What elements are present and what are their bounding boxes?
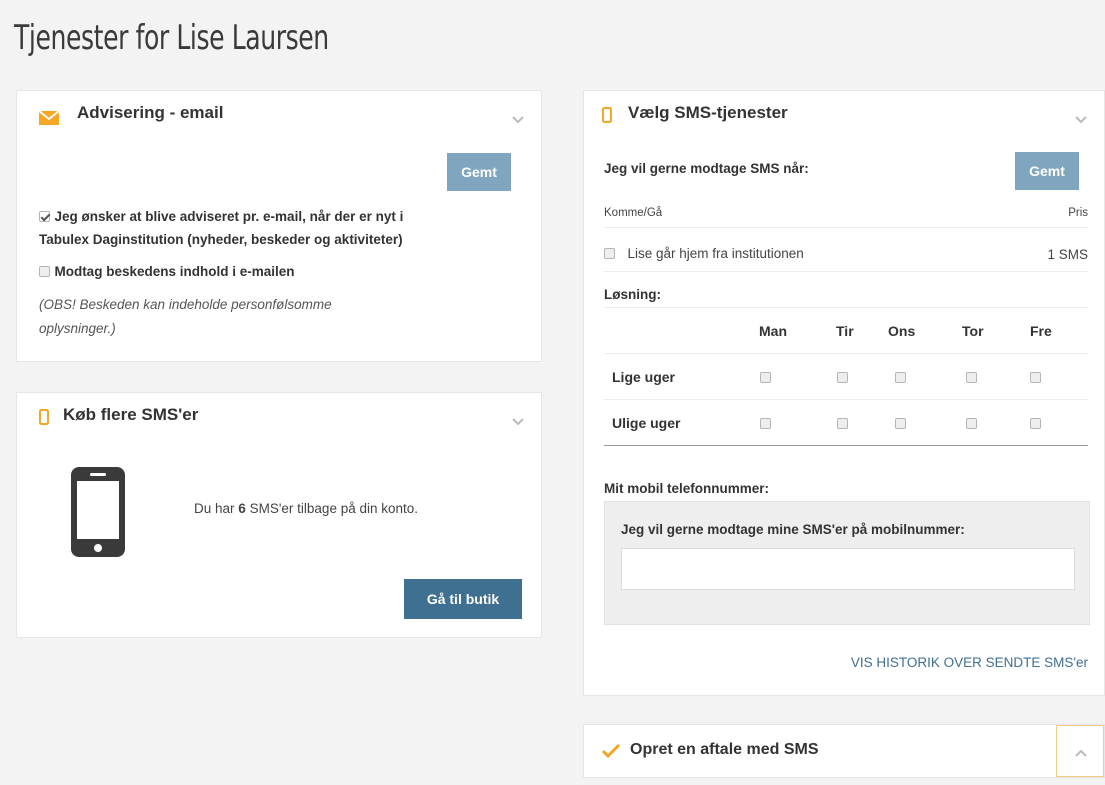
sms-save-button[interactable]: Gemt [1015, 152, 1079, 190]
privacy-note-line1: (OBS! Beskeden kan indeholde personfølso… [39, 297, 332, 312]
email-save-button[interactable]: Gemt [447, 153, 511, 191]
notify-email-line2: Tabulex Daginstitution (nyheder, beskede… [39, 232, 403, 247]
balance-suffix: SMS'er tilbage på din konto. [249, 501, 419, 516]
envelope-icon [39, 111, 59, 125]
email-option-content: Modtag beskedens indhold i e-mailen [39, 263, 295, 281]
chevron-down-icon[interactable] [511, 415, 525, 429]
sms-intro: Jeg vil gerne modtage SMS når: [604, 161, 809, 176]
service-checkbox[interactable] [604, 248, 615, 260]
divider [604, 271, 1088, 272]
buy-sms-panel: Køb flere SMS'er Du har 6 SMS'er tilbage… [16, 392, 542, 638]
odd-tue-checkbox[interactable] [837, 418, 848, 429]
odd-wed-checkbox[interactable] [895, 418, 906, 429]
history-link[interactable]: VIS HISTORIK OVER SENDTE SMS'er [851, 655, 1088, 670]
day-header-wed: Ons [888, 323, 916, 339]
even-wed-checkbox[interactable] [895, 372, 906, 383]
divider [604, 353, 1088, 354]
service-price: 1 SMS [1047, 247, 1088, 262]
phone-prompt: Jeg vil gerne modtage mine SMS'er på mob… [621, 522, 965, 537]
chevron-down-icon[interactable] [511, 113, 525, 127]
even-tue-checkbox[interactable] [837, 372, 848, 383]
divider [604, 399, 1088, 400]
go-to-shop-button[interactable]: Gå til butik [404, 579, 522, 619]
sms-agreement-panel[interactable]: Opret en aftale med SMS [583, 724, 1105, 778]
privacy-note-line2: oplysninger.) [39, 321, 116, 336]
email-panel-header[interactable]: Advisering - email [17, 91, 541, 141]
sms-panel-header[interactable]: Vælg SMS-tjenester [584, 91, 1104, 141]
email-notification-panel: Advisering - email Gemt Jeg ønsker at bl… [16, 90, 542, 362]
divider [604, 227, 1088, 228]
mobile-phone-icon [71, 467, 125, 557]
even-mon-checkbox[interactable] [760, 372, 771, 383]
service-row: Lise går hjem fra institutionen [604, 245, 804, 263]
email-panel-title: Advisering - email [77, 103, 224, 122]
day-header-tue: Tir [836, 323, 854, 339]
column-category: Komme/Gå [604, 207, 663, 219]
sms-balance-text: Du har 6 SMS'er tilbage på din konto. [194, 501, 418, 516]
page-title: Tjenester for Lise Laursen [14, 18, 329, 58]
sms-panel-title: Vælg SMS-tjenester [628, 103, 788, 122]
buy-panel-title: Køb flere SMS'er [63, 405, 199, 424]
row-label-odd: Ulige uger [612, 415, 681, 431]
sms-services-panel: Vælg SMS-tjenester Jeg vil gerne modtage… [583, 90, 1105, 696]
day-header-thu: Tor [962, 323, 984, 339]
phone-small-icon [39, 409, 49, 425]
phone-box: Jeg vil gerne modtage mine SMS'er på mob… [604, 501, 1090, 625]
phone-number-input[interactable] [621, 548, 1075, 590]
chevron-up-icon [1075, 749, 1087, 757]
notify-email-line1: Jeg ønsker at blive adviseret pr. e-mail… [54, 209, 404, 224]
column-price: Pris [1068, 207, 1088, 219]
divider [604, 445, 1088, 446]
balance-prefix: Du har [194, 501, 235, 516]
buy-panel-header[interactable]: Køb flere SMS'er [17, 393, 541, 443]
checkmark-icon [602, 744, 620, 758]
even-thu-checkbox[interactable] [966, 372, 977, 383]
odd-fri-checkbox[interactable] [1030, 418, 1041, 429]
odd-mon-checkbox[interactable] [760, 418, 771, 429]
agreement-title: Opret en aftale med SMS [630, 741, 819, 758]
divider [604, 307, 1088, 308]
balance-count: 6 [238, 501, 246, 516]
even-fri-checkbox[interactable] [1030, 372, 1041, 383]
odd-thu-checkbox[interactable] [966, 418, 977, 429]
phone-small-icon [602, 107, 612, 123]
collapse-button[interactable] [1056, 725, 1104, 777]
day-header-fri: Fre [1030, 323, 1052, 339]
service-label: Lise går hjem fra institutionen [627, 246, 804, 261]
day-header-mon: Man [759, 323, 787, 339]
include-content-label: Modtag beskedens indhold i e-mailen [54, 264, 295, 279]
email-option-notify: Jeg ønsker at blive adviseret pr. e-mail… [39, 208, 539, 226]
solution-label: Løsning: [604, 287, 661, 302]
phone-heading: Mit mobil telefonnummer: [604, 481, 769, 496]
chevron-down-icon[interactable] [1074, 113, 1088, 127]
row-label-even: Lige uger [612, 369, 676, 385]
include-content-checkbox[interactable] [39, 266, 50, 278]
notify-email-checkbox[interactable] [39, 211, 50, 223]
